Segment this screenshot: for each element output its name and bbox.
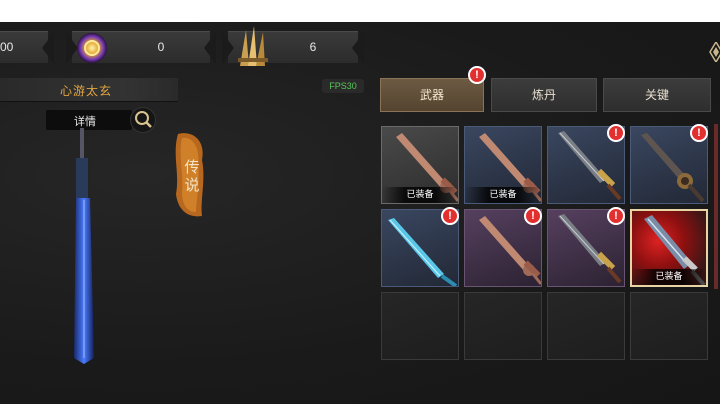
golden-blades-icon	[238, 26, 268, 66]
tab-key[interactable]: 关键	[603, 78, 711, 112]
tab-alchemy[interactable]: 炼丹	[491, 78, 597, 112]
inventory-slot[interactable]: 已装备	[464, 126, 542, 204]
new-item-alert-icon: !	[607, 124, 625, 142]
top-system-bar	[0, 0, 720, 22]
scrollbar[interactable]	[714, 124, 718, 289]
inventory-slot[interactable]	[547, 292, 625, 360]
inventory-slot[interactable]: 已装备	[381, 126, 459, 204]
rarity-label: 传说	[184, 158, 200, 194]
hero-nameplate: 心游太玄	[0, 78, 178, 102]
currency-bar-2: 0	[66, 31, 216, 64]
tab-weapon-label: 武器	[419, 88, 444, 102]
detail-label: 详情	[74, 115, 96, 128]
tab-weapon[interactable]: 武器	[380, 78, 484, 112]
fps-counter: FPS30	[322, 79, 364, 93]
diamond-corner-icon[interactable]	[708, 42, 720, 62]
hero-name: 心游太玄	[60, 84, 113, 98]
inventory-slot[interactable]	[464, 292, 542, 360]
currency-2-value: 0	[157, 40, 165, 54]
currency-1-value: 00	[0, 40, 14, 54]
spirit-orb-icon	[77, 33, 107, 63]
inventory-slot[interactable]	[381, 292, 459, 360]
new-item-alert-icon: !	[690, 124, 708, 142]
tab-key-label: 关键	[644, 88, 669, 102]
new-item-alert-icon: !	[607, 207, 625, 225]
hero-weapon-display	[74, 128, 94, 364]
search-icon	[135, 111, 152, 128]
magnify-button[interactable]	[130, 107, 156, 133]
tab-weapon-alert-icon: !	[468, 66, 486, 84]
equipped-label: 已装备	[632, 269, 706, 285]
new-item-alert-icon: !	[524, 207, 542, 225]
currency-bar-1: 00	[0, 31, 54, 64]
currency-3-value: 6	[309, 40, 317, 54]
tab-alchemy-label: 炼丹	[531, 88, 556, 102]
currency-bar-3: 6	[222, 26, 364, 66]
inventory-slot[interactable]: 已装备	[630, 209, 708, 287]
new-item-alert-icon: !	[441, 207, 459, 225]
equipped-label: 已装备	[382, 187, 458, 203]
detail-button[interactable]: 详情	[46, 110, 132, 130]
equipped-label: 已装备	[465, 187, 541, 203]
inventory-slot[interactable]	[630, 292, 708, 360]
